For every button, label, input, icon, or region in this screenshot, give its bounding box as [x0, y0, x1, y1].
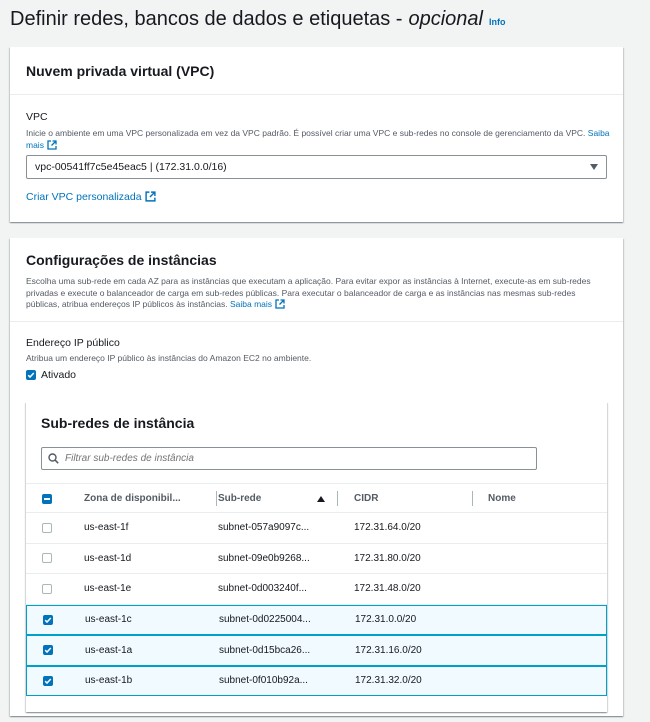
row-select-cell — [43, 636, 53, 665]
cell-cidr: 172.31.64.0/20 — [354, 522, 421, 534]
row-checkbox[interactable] — [42, 553, 52, 564]
instance-learn-more-label: Saiba mais — [229, 299, 273, 309]
cell-cidr: 172.31.48.0/20 — [354, 583, 421, 595]
subnets-heading: Sub-redes de instância — [41, 415, 195, 431]
row-checkbox[interactable] — [43, 614, 53, 625]
row-select-cell — [43, 606, 53, 635]
public-ip-checkbox[interactable] — [26, 369, 36, 380]
column-header-subnet[interactable]: Sub-rede — [218, 484, 338, 513]
row-select-cell — [42, 513, 52, 543]
column-divider[interactable] — [337, 491, 338, 506]
row-select-cell — [42, 574, 52, 604]
column-divider[interactable] — [472, 491, 473, 506]
create-vpc-label: Criar VPC personalizada — [26, 191, 142, 203]
row-checkbox[interactable] — [42, 583, 52, 594]
column-header-zone[interactable]: Zona de disponibil... — [84, 484, 217, 513]
column-cidr-label: CIDR — [354, 493, 379, 504]
row-select-cell — [42, 544, 52, 574]
table-row[interactable]: us-east-1c subnet-0d0225004... 172.31.0.0/… — [26, 604, 607, 635]
subnet-filter[interactable] — [41, 447, 537, 470]
page-title-text: Definir redes, bancos de dados e etiquet… — [10, 8, 403, 30]
check-icon — [44, 678, 52, 684]
check-icon — [44, 617, 52, 623]
public-ip-checkbox-row[interactable]: Ativado — [26, 369, 311, 381]
vpc-panel-header: Nuvem privada virtual (VPC) — [10, 47, 623, 95]
column-header-cidr[interactable]: CIDR — [354, 484, 473, 513]
instance-settings-panel: Configurações de instâncias Escolha uma … — [10, 238, 623, 716]
table-row[interactable]: us-east-1f subnet-057a9097c... 172.31.64.0… — [26, 513, 607, 544]
cell-zone: us-east-1e — [84, 583, 132, 595]
cell-cidr: 172.31.80.0/20 — [354, 552, 421, 564]
row-checkbox[interactable] — [43, 675, 53, 686]
instance-panel-header: Configurações de instâncias Escolha uma … — [10, 238, 623, 322]
column-divider[interactable] — [216, 491, 217, 506]
select-all-checkbox[interactable] — [42, 493, 52, 504]
subnet-filter-input[interactable] — [65, 453, 525, 464]
page-title: Definir redes, bancos de dados e etiquet… — [10, 8, 505, 34]
vpc-panel: Nuvem privada virtual (VPC) VPC Inicie o… — [10, 47, 623, 222]
table-header: Zona de disponibil... Sub-rede CIDR Nome — [26, 483, 607, 513]
cell-zone: us-east-1f — [84, 522, 129, 534]
column-subnet-label: Sub-rede — [218, 493, 262, 504]
cell-cidr: 172.31.32.0/20 — [355, 675, 422, 687]
vpc-panel-heading: Nuvem privada virtual (VPC) — [26, 62, 215, 79]
cell-zone: us-east-1c — [85, 614, 132, 626]
cell-zone: us-east-1b — [85, 675, 133, 687]
instance-description-text: Escolha uma sub-rede em cada AZ para as … — [26, 276, 591, 309]
vpc-field: VPC Inicie o ambiente em uma VPC persona… — [26, 111, 611, 151]
vpc-field-label: VPC — [26, 111, 48, 123]
cell-zone: us-east-1a — [85, 644, 133, 656]
select-all-cell — [42, 484, 62, 513]
vpc-field-description: Inicie o ambiente em uma VPC personaliza… — [26, 128, 611, 151]
vpc-description-text: Inicie o ambiente em uma VPC personaliza… — [26, 128, 586, 138]
sort-ascending-icon — [317, 495, 325, 502]
cell-zone: us-east-1d — [84, 552, 132, 564]
page-title-optional: opcional — [408, 8, 483, 30]
column-header-name[interactable]: Nome — [488, 484, 598, 513]
instance-panel-description: Escolha uma sub-rede em cada AZ para as … — [26, 276, 607, 311]
cell-cidr: 172.31.16.0/20 — [355, 644, 422, 656]
cell-cidr: 172.31.0.0/20 — [355, 614, 417, 626]
column-name-label: Nome — [488, 493, 516, 504]
public-ip-label: Endereço IP público — [26, 337, 120, 349]
cell-subnet: subnet-0d003240f... — [218, 583, 307, 595]
table-row[interactable]: us-east-1b subnet-0f010b92a... 172.31.32.0… — [26, 665, 607, 696]
info-link[interactable]: Info — [489, 17, 506, 27]
public-ip-field: Endereço IP público Atribua um endereço … — [26, 337, 311, 381]
public-ip-description: Atribua um endereço IP público às instân… — [26, 353, 312, 363]
instance-learn-more-link[interactable]: Saiba mais — [230, 299, 285, 309]
cell-subnet: subnet-09e0b9268... — [218, 552, 310, 564]
check-icon — [27, 371, 35, 378]
table-row[interactable]: us-east-1e subnet-0d003240f... 172.31.48.0… — [26, 574, 607, 605]
vpc-select-value: vpc-00541ff7c5e45eac5 | (172.31.0.0/16) — [35, 161, 227, 173]
cell-subnet: subnet-057a9097c... — [218, 522, 310, 534]
public-ip-checkbox-label: Ativado — [41, 368, 77, 381]
cell-subnet: subnet-0d0225004... — [219, 614, 311, 626]
table-row[interactable]: us-east-1a subnet-0d15bca26... 172.31.16.0… — [26, 635, 607, 666]
cell-subnet: subnet-0d15bca26... — [219, 644, 311, 656]
column-zone-label: Zona de disponibil... — [84, 493, 181, 504]
row-checkbox[interactable] — [42, 522, 52, 533]
table-row[interactable]: us-east-1d subnet-09e0b9268... 172.31.80.0… — [26, 544, 607, 574]
external-link-icon — [144, 191, 156, 202]
subnets-table: Zona de disponibil... Sub-rede CIDR Nome… — [26, 483, 607, 696]
vpc-select[interactable]: vpc-00541ff7c5e45eac5 | (172.31.0.0/16) — [26, 155, 607, 179]
check-icon — [44, 647, 52, 654]
row-select-cell — [43, 667, 53, 696]
instance-subnets-container: Sub-redes de instância Zona de disponibi… — [26, 402, 607, 712]
caret-down-icon — [590, 164, 598, 170]
external-link-icon — [275, 299, 285, 309]
cell-subnet: subnet-0f010b92a... — [219, 675, 308, 687]
row-checkbox[interactable] — [43, 645, 53, 656]
table-body: us-east-1f subnet-057a9097c... 172.31.64.0… — [26, 513, 607, 696]
external-link-icon — [47, 139, 57, 150]
search-icon — [48, 453, 59, 464]
create-vpc-link[interactable]: Criar VPC personalizada — [26, 191, 156, 203]
instance-panel-heading: Configurações de instâncias — [26, 252, 217, 268]
